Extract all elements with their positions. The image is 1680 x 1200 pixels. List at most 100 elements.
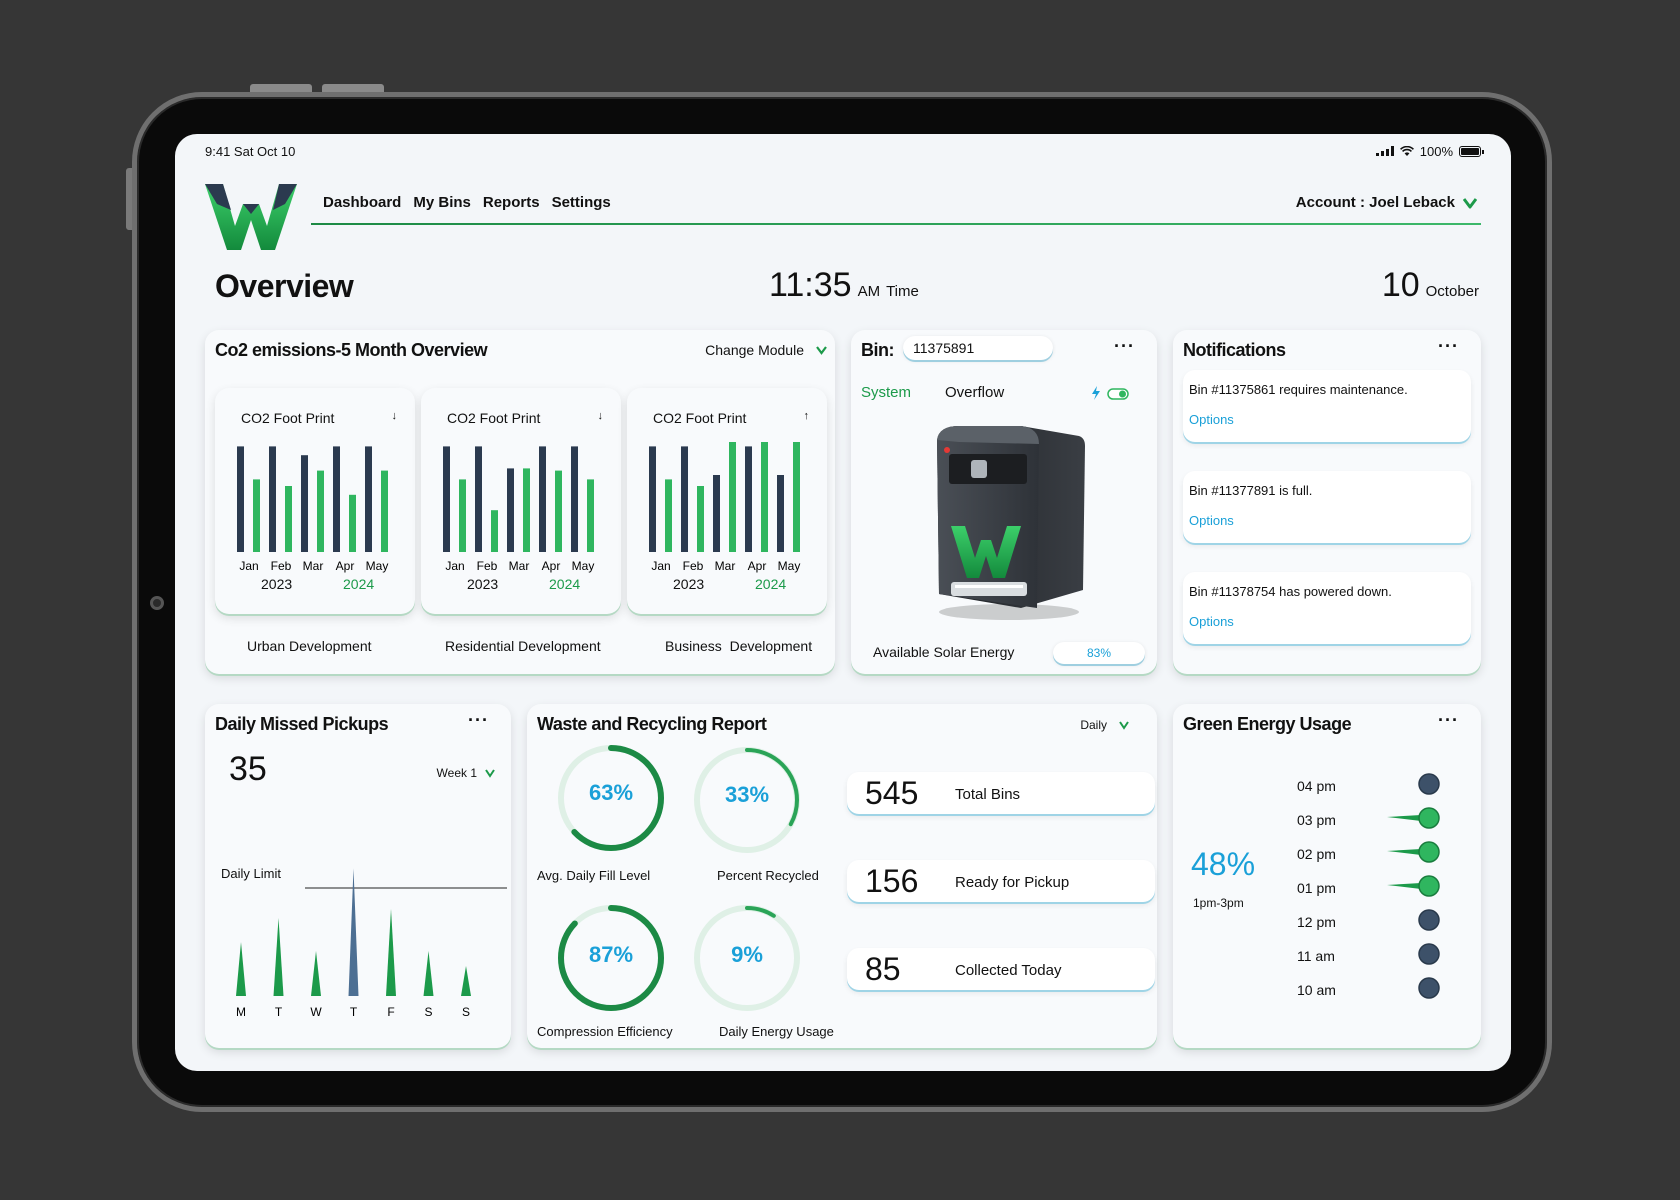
device-top-button [322,84,384,92]
clock-time: 11:35 [769,266,852,304]
nav-settings[interactable]: Settings [552,194,611,211]
ring-value: 87% [588,942,634,967]
notification-options-link[interactable]: Options [1189,513,1234,528]
chevron-down-icon [485,768,495,778]
change-module-dropdown[interactable]: Change Module [705,342,827,358]
account-menu[interactable]: Account : Joel Leback [1296,194,1477,211]
dev-label-urban: Urban Development [247,638,372,654]
solar-label: Available Solar Energy [873,644,1015,660]
nav-my-bins[interactable]: My Bins [413,194,471,211]
energy-dot[interactable] [1418,773,1440,795]
more-icon[interactable]: ··· [1438,710,1459,731]
more-icon[interactable]: ··· [1114,336,1135,357]
battery-percent: 100% [1419,143,1453,159]
energy-dot-active[interactable] [1418,875,1440,897]
ring-label: Daily Energy Usage [719,1024,834,1039]
notification-options-link[interactable]: Options [1189,614,1234,629]
energy-time-label: 03 pm [1297,812,1336,828]
energy-dot-active[interactable] [1418,841,1440,863]
stat-number: 85 [865,951,901,987]
energy-timeline [1387,773,1440,999]
chevron-down-icon [1463,197,1477,208]
day-label: S [424,1005,432,1019]
ring-value: 33% [724,782,770,807]
month-label: Jan [651,559,670,573]
notification-options-link[interactable]: Options [1189,412,1234,427]
year-label-2023: 2023 [261,576,293,592]
more-icon[interactable]: ··· [468,710,489,731]
bar-2024 [793,442,800,552]
bar-2024 [381,470,388,552]
energy-dot[interactable] [1418,977,1440,999]
battery-icon [1459,145,1484,157]
month-label: Feb [683,559,704,573]
tab-overflow[interactable]: Overflow [945,384,1004,401]
notification-item[interactable]: Bin #11377891 is full. Options [1183,471,1471,543]
nav-dashboard[interactable]: Dashboard [323,194,401,211]
bar-2023 [365,446,372,552]
bar-2023 [237,446,244,552]
energy-time-label: 10 am [1297,982,1336,998]
clock: 11:35 AM Time [769,266,919,305]
date-day: 10 [1381,266,1420,304]
tab-system[interactable]: System [861,384,911,401]
month-label: Feb [271,559,292,573]
clock-ampm: AM [857,283,881,300]
nav-divider [311,223,1481,225]
nav-reports[interactable]: Reports [483,194,540,211]
change-module-label: Change Module [705,342,804,358]
period-label: Daily [1080,718,1107,732]
day-label: W [310,1005,322,1019]
energy-range: 1pm-3pm [1193,896,1244,910]
energy-dot-active[interactable] [1418,807,1440,829]
trend-down-icon: ↓ [597,410,604,422]
dev-label-business: Business Development [665,638,813,654]
signal-icon [1375,146,1394,156]
notification-item[interactable]: Bin #11375861 requires maintenance. Opti… [1183,370,1471,442]
more-icon[interactable]: ··· [1438,336,1459,357]
lightning-icon [1092,386,1100,400]
energy-indicator-tail [1387,849,1421,855]
month-label: Mar [303,559,324,573]
period-dropdown[interactable]: Daily [1080,718,1129,732]
ring-value: 9% [731,942,763,967]
stat-number: 156 [865,863,919,899]
status-time: 9:41 Sat Oct 10 [205,143,296,159]
month-label: May [778,559,801,573]
month-label: Apr [748,559,767,573]
bin-id-field[interactable]: 11375891 [903,336,1053,360]
month-label: Jan [445,559,464,573]
day-label: T [275,1005,283,1019]
notification-item[interactable]: Bin #11378754 has powered down. Options [1183,572,1471,644]
energy-dot[interactable] [1418,943,1440,965]
energy-time-label: 11 am [1297,948,1335,964]
day-label: M [236,1005,246,1019]
screen: 9:41 Sat Oct 10 100% Dashboard My Bins R… [175,134,1511,1071]
month-label: May [366,559,389,573]
day-label: F [387,1005,394,1019]
month-label: Jan [239,559,258,573]
date: 10 October [1382,266,1479,305]
week-dropdown[interactable]: Week 1 [437,766,495,780]
wifi-icon [1399,145,1414,156]
missed-spike [423,951,434,996]
missed-spike [236,942,246,996]
missed-spike [386,909,396,996]
bar-2023 [649,446,656,552]
stat-collected-today: 85 Collected Today [847,948,1155,990]
energy-time-label: 01 pm [1297,880,1336,896]
chevron-down-icon [816,346,827,355]
green-energy-card: Green Energy Usage ··· 48% 1pm-3pm 04 pm… [1173,704,1481,1048]
bar-2023 [475,446,482,552]
page-title: Overview [215,268,354,304]
bar-2024 [697,486,704,552]
energy-dot[interactable] [1418,909,1440,931]
notification-text: Bin #11378754 has powered down. [1189,584,1392,599]
stat-label: Total Bins [955,786,1021,803]
bar-2024 [555,470,562,552]
report-card: Waste and Recycling Report Daily 63% 33%… [527,704,1157,1048]
month-label: Apr [336,559,355,573]
bar-2024 [665,479,672,552]
power-toggle[interactable] [1107,388,1129,400]
chevron-down-icon [1119,720,1129,730]
